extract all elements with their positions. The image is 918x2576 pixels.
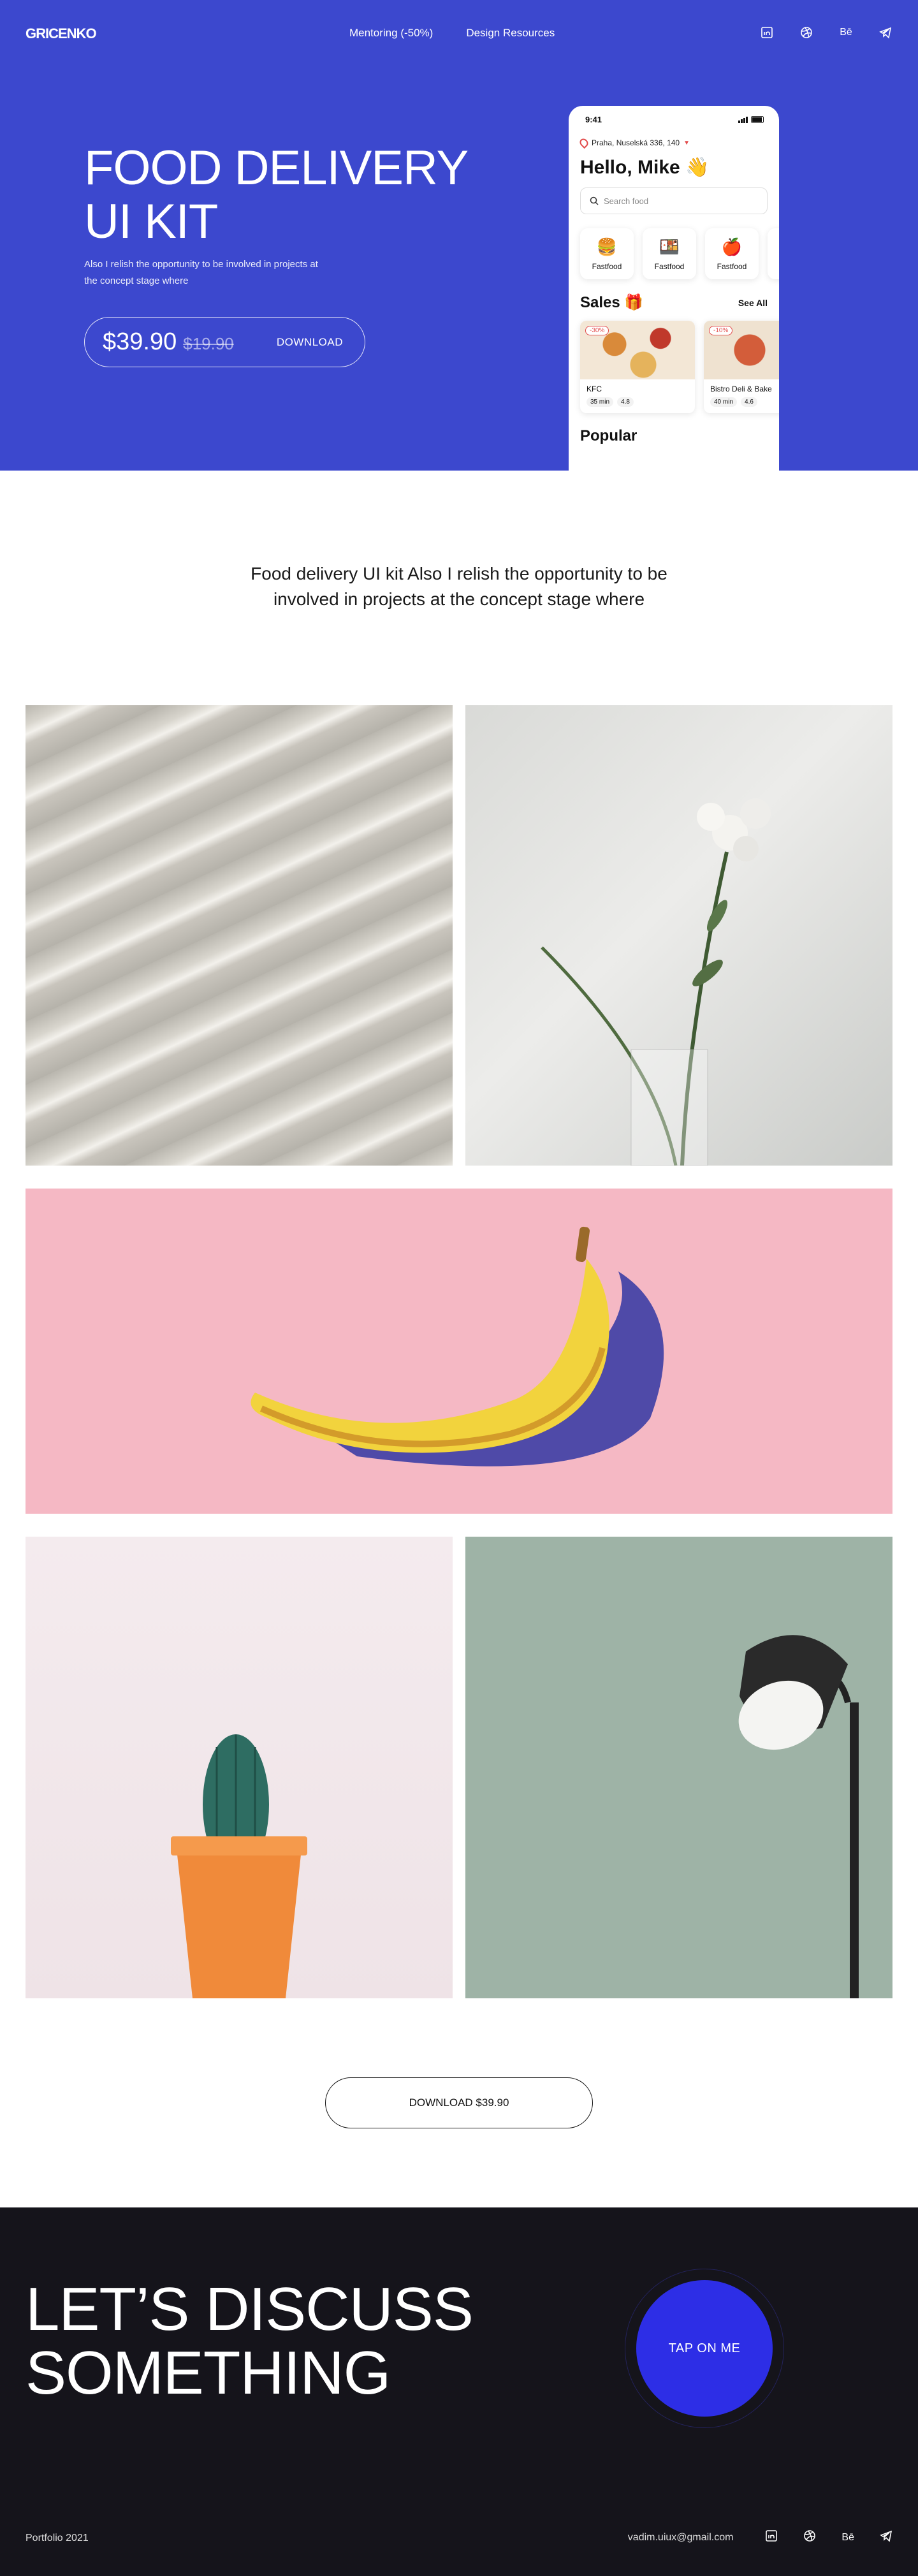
download-button[interactable]: DOWNLOAD $39.90 [325, 2077, 593, 2128]
category-list: 🍔 Fastfood 🍱 Fastfood 🍎 Fastfood 🍕Fa [569, 214, 779, 279]
site-logo[interactable]: GRICENKO [26, 26, 97, 42]
sales-see-all[interactable]: See All [738, 298, 768, 308]
telegram-icon[interactable] [880, 2529, 892, 2545]
phone-greeting: Hello, Mike 👋 [580, 157, 710, 178]
search-icon [590, 196, 599, 205]
cactus-photo [26, 1537, 453, 1998]
category-label: Fastfood [592, 261, 622, 271]
hero-title: FOOD DELIVERY UI KIT [84, 141, 469, 249]
hero-title-line2: UI KIT [84, 194, 218, 249]
sales-header: Sales 🎁 See All [569, 279, 779, 312]
sales-cards: -30% KFC 35 min 4.8 -10% Bistro Deli & B… [569, 312, 779, 413]
download-label: DOWNLOAD [276, 335, 343, 348]
rating: 4.6 [741, 397, 757, 407]
nav-mentoring[interactable]: Mentoring (-50%) [349, 27, 433, 40]
hero-description: Also I relish the opportunity to be invo… [84, 259, 318, 286]
restaurant-meta: 40 min 4.6 [704, 393, 779, 413]
location-text: Praha, Nuselská 336, 140 [592, 138, 680, 147]
category-item[interactable]: 🍱 Fastfood [643, 228, 696, 279]
phone-status-bar: 9:41 [569, 106, 779, 124]
restaurant-name: KFC [586, 384, 602, 393]
bento-icon: 🍱 [659, 237, 680, 256]
page: GRICENKO Mentoring (-50%) Design Resourc… [0, 0, 918, 2576]
social-links: Bē [760, 26, 892, 40]
chevron-down-icon: ▼ [683, 139, 690, 147]
footer-links: vadim.uiux@gmail.com Bē [628, 2529, 892, 2545]
old-price: $19.90 [183, 334, 234, 353]
intro-text: Food delivery UI kit Also I relish the o… [251, 564, 667, 609]
buy-button[interactable]: $39.90 $19.90 DOWNLOAD [84, 317, 365, 367]
popular-title: Popular [580, 427, 638, 444]
price: $39.90 [103, 328, 177, 355]
copyright: Portfolio 2021 [26, 2533, 89, 2543]
delivery-time: 35 min [586, 397, 614, 407]
discount-badge: -30% [585, 326, 609, 335]
email-link[interactable]: vadim.uiux@gmail.com [628, 2532, 734, 2543]
hero-title-line1: FOOD DELIVERY [84, 141, 469, 195]
burger-icon: 🍔 [596, 237, 618, 256]
behance-icon[interactable]: Bē [839, 26, 853, 40]
search-placeholder: Search food [604, 196, 649, 206]
food-image: -10% [704, 321, 779, 379]
phone-time: 9:41 [585, 115, 602, 124]
nav-design-resources[interactable]: Design Resources [466, 27, 555, 40]
banana-photo [26, 1189, 892, 1514]
footer: LET’S DISCUSS SOMETHING TAP ON ME Portfo… [0, 2207, 918, 2576]
category-label: Fastfood [654, 261, 685, 271]
footer-headline-line2: SOMETHING [26, 2339, 391, 2407]
restaurant-card[interactable]: -30% KFC 35 min 4.8 [580, 321, 695, 413]
footer-headline: LET’S DISCUSS SOMETHING [26, 2275, 474, 2407]
lamp-photo [465, 1537, 892, 1998]
phone-location[interactable]: Praha, Nuselská 336, 140 ▼ [569, 124, 779, 149]
restaurant-name: Bistro Deli & Bake [710, 384, 772, 393]
category-item[interactable]: 🍔 Fastfood [580, 228, 634, 279]
signal-battery-icon [738, 116, 765, 123]
main-nav: Mentoring (-50%) Design Resources [349, 27, 555, 40]
category-item[interactable]: 🍎 Fastfood [705, 228, 759, 279]
phone-mockup: 9:41 Praha, Nuselská 336, 140 ▼ Hello, M… [569, 106, 779, 471]
category-label: Fastfood [717, 261, 747, 271]
dribbble-icon[interactable] [803, 2529, 816, 2545]
sales-title: Sales 🎁 [580, 294, 644, 311]
restaurant-meta: 35 min 4.8 [580, 393, 695, 413]
flower-vase-photo [465, 705, 892, 1166]
hero-section: GRICENKO Mentoring (-50%) Design Resourc… [0, 0, 918, 471]
rating: 4.8 [617, 397, 634, 407]
sand-dunes-photo [26, 705, 453, 1166]
telegram-icon[interactable] [878, 26, 892, 40]
linkedin-icon[interactable] [760, 26, 774, 40]
food-image: -30% [580, 321, 695, 379]
delivery-time: 40 min [710, 397, 738, 407]
footer-headline-line1: LET’S DISCUSS [26, 2275, 474, 2343]
category-item[interactable]: 🍕Fa [768, 228, 779, 279]
dribbble-icon[interactable] [799, 26, 813, 40]
discount-badge: -10% [709, 326, 733, 335]
phone-search-input[interactable]: Search food [580, 187, 768, 214]
apple-icon: 🍎 [721, 237, 743, 256]
restaurant-card[interactable]: -10% Bistro Deli & Bake 40 min 4.6 [704, 321, 779, 413]
tap-on-me-button[interactable]: TAP ON ME [636, 2280, 773, 2417]
behance-icon[interactable]: Bē [841, 2532, 854, 2543]
linkedin-icon[interactable] [765, 2529, 778, 2545]
